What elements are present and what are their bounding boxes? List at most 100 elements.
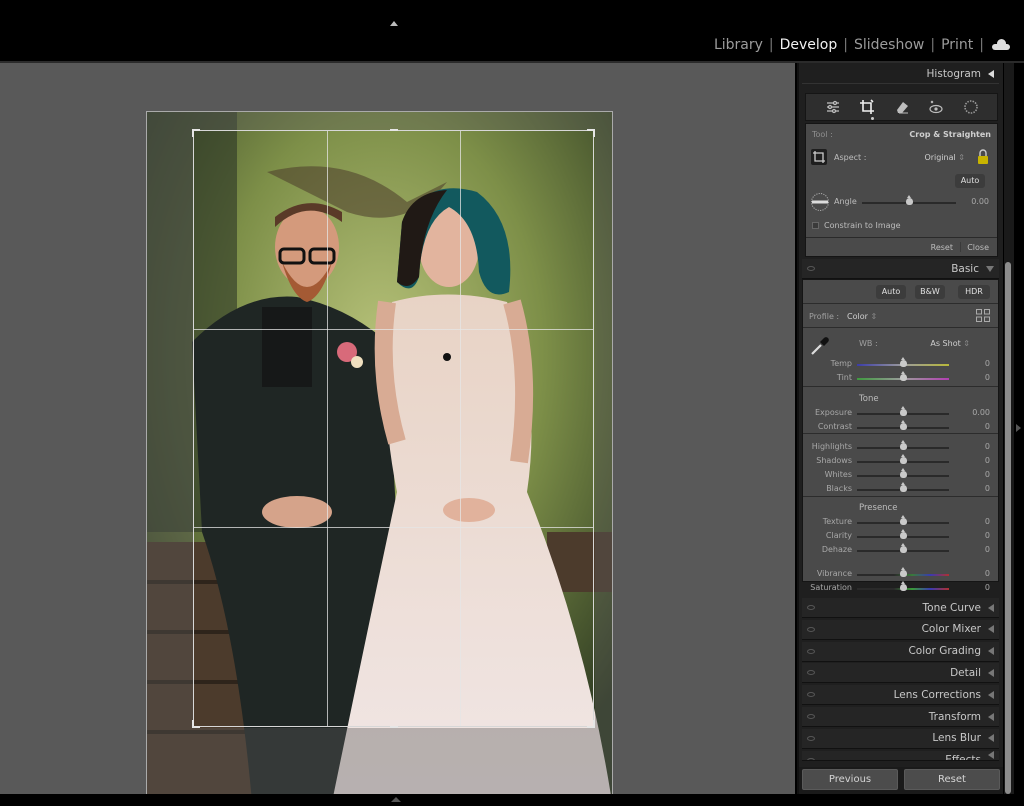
- collapsed-panel-lens-blur[interactable]: Lens Blur: [802, 728, 999, 749]
- auto-tone-button[interactable]: Auto: [876, 285, 906, 299]
- slider-track[interactable]: [857, 440, 949, 450]
- constrain-checkbox[interactable]: [812, 222, 819, 229]
- panel-visibility-eye-icon[interactable]: [807, 757, 815, 760]
- panel-visibility-eye-icon[interactable]: [807, 670, 815, 676]
- profile-dropdown[interactable]: Color ⇕: [847, 312, 877, 321]
- slider-track[interactable]: [857, 406, 949, 416]
- slider-knob[interactable]: [899, 567, 907, 577]
- cloud-sync-icon[interactable]: [992, 39, 1010, 50]
- slider-value[interactable]: 0.00: [972, 408, 990, 417]
- crop-handle-bottom[interactable]: [390, 726, 398, 728]
- crop-overlay[interactable]: [192, 129, 595, 728]
- crop-handle-top-right[interactable]: [587, 129, 595, 137]
- slider-knob[interactable]: [899, 371, 907, 381]
- panel-visibility-eye-icon[interactable]: [807, 648, 815, 654]
- angle-value[interactable]: 0.00: [971, 197, 989, 206]
- auto-straighten-button[interactable]: Auto: [955, 174, 985, 188]
- collapsed-panel-lens-corrections[interactable]: Lens Corrections: [802, 685, 999, 706]
- panel-visibility-eye-icon[interactable]: [807, 714, 815, 719]
- aspect-dropdown[interactable]: Original ⇕: [924, 153, 965, 162]
- slider-track[interactable]: [857, 468, 949, 478]
- panel-visibility-eye-icon[interactable]: [807, 692, 815, 698]
- slider-knob[interactable]: [899, 357, 907, 367]
- slider-value[interactable]: 0: [985, 442, 990, 451]
- slider-track[interactable]: [857, 371, 949, 381]
- white-balance-eyedropper-icon[interactable]: [809, 335, 831, 357]
- crop-handle-bottom-left[interactable]: [192, 720, 200, 728]
- slider-value[interactable]: 0: [985, 470, 990, 479]
- masking-icon[interactable]: [963, 99, 979, 115]
- collapsed-panel-color-mixer[interactable]: Color Mixer: [802, 619, 999, 640]
- module-library[interactable]: Library: [708, 37, 769, 53]
- slider-value[interactable]: 0: [985, 583, 990, 592]
- panel-visibility-eye-icon[interactable]: [807, 266, 815, 271]
- slider-knob[interactable]: [899, 581, 907, 591]
- crop-reset-button[interactable]: Reset: [931, 243, 953, 252]
- histogram-panel-header[interactable]: Histogram: [802, 64, 999, 84]
- profile-browser-grid-icon[interactable]: [976, 309, 990, 322]
- reset-all-button[interactable]: Reset: [904, 769, 1000, 790]
- panel-visibility-eye-icon[interactable]: [807, 605, 815, 610]
- bw-button[interactable]: B&W: [915, 285, 945, 299]
- slider-value[interactable]: 0: [985, 484, 990, 493]
- slider-track[interactable]: [857, 454, 949, 464]
- slider-value[interactable]: 0: [985, 456, 990, 465]
- constrain-label[interactable]: Constrain to Image: [824, 221, 901, 230]
- collapsed-panel-tone-curve[interactable]: Tone Curve: [802, 598, 999, 618]
- crop-handle-top-left[interactable]: [192, 129, 200, 137]
- collapse-top-panel-arrow-icon[interactable]: [390, 21, 398, 26]
- collapsed-panel-effects[interactable]: Effects: [802, 750, 999, 761]
- panel-visibility-eye-icon[interactable]: [807, 735, 815, 741]
- slider-knob[interactable]: [899, 454, 907, 464]
- crop-close-button[interactable]: Close: [967, 243, 989, 252]
- collapsed-panel-color-grading[interactable]: Color Grading: [802, 641, 999, 662]
- slider-knob[interactable]: [899, 406, 907, 416]
- slider-value[interactable]: 0: [985, 531, 990, 540]
- slider-value[interactable]: 0: [985, 359, 990, 368]
- collapse-right-panel-arrow-icon[interactable]: [1016, 424, 1021, 432]
- wb-dropdown[interactable]: As Shot ⇕: [930, 339, 970, 348]
- slider-track[interactable]: [857, 543, 949, 553]
- redeye-icon[interactable]: [928, 99, 944, 115]
- slider-track[interactable]: [857, 567, 949, 577]
- collapsed-panel-detail[interactable]: Detail: [802, 663, 999, 684]
- edit-sliders-icon[interactable]: [825, 99, 841, 115]
- slider-value[interactable]: 0: [985, 569, 990, 578]
- crop-handle-bottom-right[interactable]: [587, 720, 595, 728]
- collapsed-panel-transform[interactable]: Transform: [802, 707, 999, 727]
- previous-button[interactable]: Previous: [802, 769, 898, 790]
- module-print[interactable]: Print: [935, 37, 979, 53]
- slider-value[interactable]: 0: [985, 517, 990, 526]
- collapse-bottom-panel-arrow-icon[interactable]: [391, 797, 401, 802]
- aspect-lock-icon[interactable]: [977, 149, 989, 164]
- slider-track[interactable]: [857, 482, 949, 492]
- slider-knob[interactable]: [899, 468, 907, 478]
- slider-knob[interactable]: [899, 543, 907, 553]
- right-panel-scrollbar-thumb[interactable]: [1005, 262, 1011, 794]
- slider-knob[interactable]: [899, 529, 907, 539]
- angle-slider-knob[interactable]: [905, 195, 913, 205]
- slider-knob[interactable]: [899, 440, 907, 450]
- image-canvas[interactable]: [0, 63, 795, 794]
- healing-eraser-icon[interactable]: [894, 99, 910, 115]
- slider-track[interactable]: [857, 515, 949, 525]
- slider-track[interactable]: [857, 420, 949, 430]
- slider-value[interactable]: 0: [985, 422, 990, 431]
- slider-track[interactable]: [857, 581, 949, 591]
- angle-slider[interactable]: [862, 195, 956, 205]
- slider-value[interactable]: 0: [985, 545, 990, 554]
- basic-panel-header[interactable]: Basic: [802, 259, 999, 279]
- slider-knob[interactable]: [899, 482, 907, 492]
- crop-overlay-tool-icon[interactable]: [810, 148, 828, 166]
- slider-knob[interactable]: [899, 420, 907, 430]
- slider-track[interactable]: [857, 357, 949, 367]
- module-slideshow[interactable]: Slideshow: [848, 37, 930, 53]
- module-develop[interactable]: Develop: [774, 37, 844, 53]
- hdr-button[interactable]: HDR: [958, 285, 990, 299]
- slider-value[interactable]: 0: [985, 373, 990, 382]
- crop-handle-top[interactable]: [390, 129, 398, 131]
- panel-visibility-eye-icon[interactable]: [807, 626, 815, 632]
- slider-knob[interactable]: [899, 515, 907, 525]
- crop-icon[interactable]: [859, 99, 875, 115]
- straighten-tool-icon[interactable]: [810, 192, 830, 212]
